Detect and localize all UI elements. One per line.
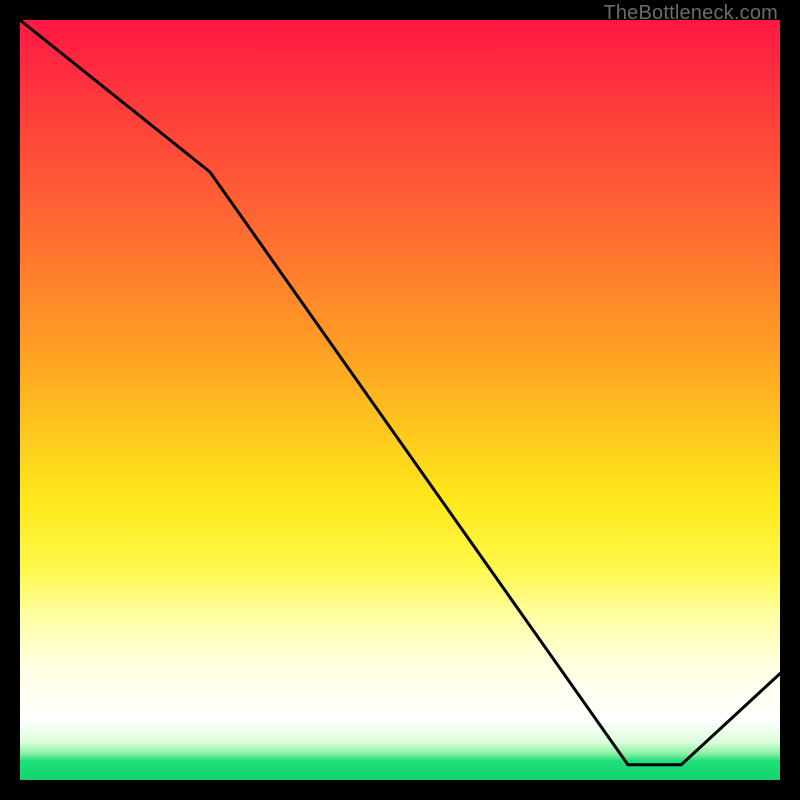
chart-frame [20,20,780,780]
chart-line-layer [20,20,780,780]
chart-series-curve [20,20,780,765]
